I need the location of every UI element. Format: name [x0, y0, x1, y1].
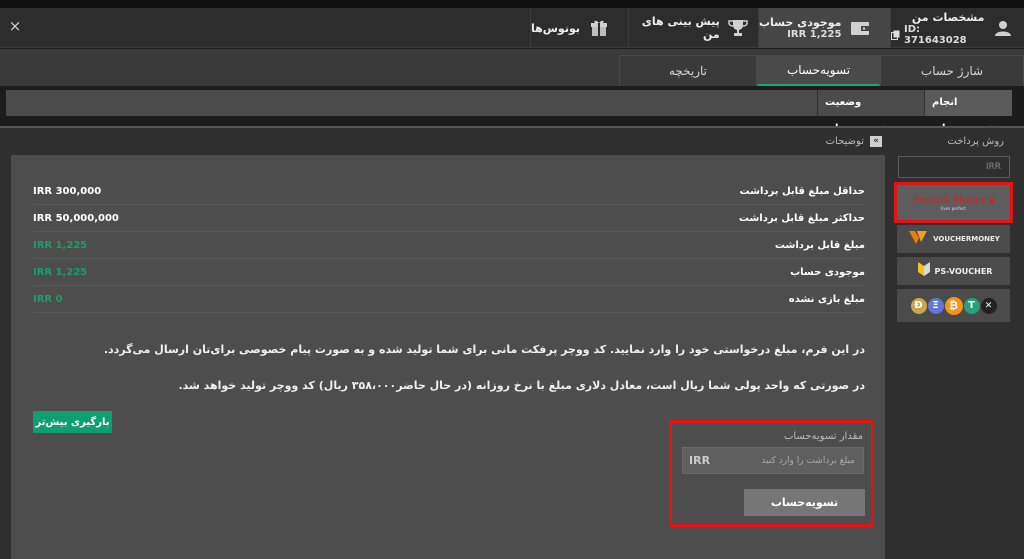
tab-settle[interactable]: تسویه‌حساب [757, 55, 880, 86]
info-row-max: حداکثر مبلغ قابل برداشت IRR 50,000,000 [33, 206, 865, 232]
ps-voucher-logo-icon [915, 260, 933, 282]
settle-amount-input[interactable]: مبلغ برداشت را وارد کنید IRR [682, 447, 864, 474]
info-row-label: موجودی حساب [790, 267, 865, 278]
perfect-money-dot-icon [988, 197, 994, 203]
description-label: توضیحات [825, 136, 864, 147]
double-chevron-icon[interactable]: » [870, 136, 882, 147]
vouchermoney-name: VOUCHERMONEY [933, 235, 1000, 243]
description-label-group: » توضیحات [826, 136, 882, 147]
currency-field[interactable]: IRR [898, 156, 1010, 178]
info-row-min: حداقل مبلغ قابل برداشت IRR 300,000 [33, 179, 865, 205]
profile-text: مشخصات من ID: 371643028 [891, 11, 984, 46]
tab-charge[interactable]: شارژ حساب [880, 55, 1024, 86]
info-row-withdrawable: مبلغ قابل برداشت IRR 1,225 [33, 233, 865, 259]
info-row-label: حداکثر مبلغ قابل برداشت [738, 213, 865, 224]
payment-method-perfect-money[interactable]: Perfect Money lives perfect [894, 182, 1013, 223]
tab-settle-status[interactable]: وضعیت تسویه‌حساب [817, 90, 924, 134]
tab-do-settle[interactable]: انجام تسویه‌حساب [924, 90, 1012, 134]
tab-account-balance[interactable]: موجودی حساب IRR 1,225 [758, 8, 890, 48]
ps-voucher-name: PS-VOUCHER [934, 266, 993, 276]
payment-method-vouchermoney[interactable]: VOUCHERMONEY [897, 225, 1010, 253]
gift-icon [588, 17, 610, 39]
settle-amount-label: مقدار تسویه‌حساب [783, 431, 863, 442]
settle-tabs-bar: وضعیت تسویه‌حساب انجام تسویه‌حساب [6, 90, 1012, 134]
user-icon [992, 17, 1014, 39]
perfect-money-name: Perfect Money [913, 194, 987, 206]
settle-panel: حداقل مبلغ قابل برداشت IRR 300,000 حداکث… [11, 155, 885, 559]
dogecoin-icon: Đ [910, 297, 927, 314]
info-row-label: مبلغ قابل برداشت [774, 240, 865, 251]
wallet-icon [849, 17, 871, 39]
subtabs-bar: تاریخچه تسویه‌حساب شارژ حساب [0, 49, 1024, 86]
settle-currency: IRR [689, 454, 711, 467]
info-paragraph-2: در صورتی که واحد پولی شما ریال است، معاد… [178, 379, 865, 392]
description-header: » توضیحات [8, 132, 888, 152]
info-row-label: مبلغ بازی نشده [788, 294, 865, 305]
info-row-value: IRR 0 [33, 294, 63, 305]
tab-my-predictions[interactable]: پیش بینی های من [628, 8, 758, 48]
tab-history[interactable]: تاریخچه [619, 55, 757, 86]
load-more-button[interactable]: بارگیری بیش‌تر [33, 411, 112, 433]
vouchermoney-logo-icon [907, 228, 933, 250]
info-row-label: حداقل مبلغ قابل برداشت [739, 186, 865, 197]
profile-title: مشخصات من [911, 10, 985, 24]
ethereum-icon: Ξ [927, 297, 944, 314]
ripple-icon: ✕ [980, 297, 997, 314]
info-row-value: IRR 300,000 [33, 186, 102, 197]
payment-methods-column: روش پرداخت IRR Perfect Money lives perfe… [894, 128, 1013, 559]
info-row-value: IRR 50,000,000 [33, 213, 119, 224]
trophy-icon [728, 17, 748, 39]
close-icon[interactable]: × [8, 18, 22, 34]
tether-icon: T [963, 297, 980, 314]
info-row-value: IRR 1,225 [33, 240, 88, 251]
profile-id: ID: 371643028 [904, 23, 967, 46]
payment-method-ps-voucher[interactable]: PS-VOUCHER [897, 257, 1010, 285]
tab-bonuses-label: بونوس‌ها [531, 21, 580, 35]
info-row-unplayed: مبلغ بازی نشده IRR 0 [33, 287, 865, 313]
account-header: × بونوس‌ها پیش بینی های من موجودی حساب I… [0, 8, 1024, 48]
payment-method-label: روش پرداخت [947, 136, 1004, 147]
balance-amount: IRR 1,225 [787, 29, 842, 40]
top-strip [0, 0, 1024, 8]
copy-icon[interactable] [891, 25, 900, 44]
settle-form: مقدار تسویه‌حساب مبلغ برداشت را وارد کنی… [669, 420, 874, 527]
settle-button[interactable]: تسویه‌حساب [744, 489, 865, 516]
info-row-value: IRR 1,225 [33, 267, 88, 278]
payment-method-crypto[interactable]: Đ Ξ ₿ T ✕ [897, 289, 1010, 322]
tab-my-predictions-label: پیش بینی های من [641, 15, 720, 41]
settle-amount-placeholder: مبلغ برداشت را وارد کنید [761, 456, 855, 466]
tab-my-profile[interactable]: مشخصات من ID: 371643028 [890, 8, 1024, 48]
balance-text: موجودی حساب IRR 1,225 [759, 16, 841, 40]
perfect-money-logo: Perfect Money [913, 195, 994, 206]
bitcoin-icon: ₿ [944, 296, 963, 315]
tab-bonuses[interactable]: بونوس‌ها [530, 8, 628, 48]
info-paragraph-1: در این فرم، مبلغ درخواستی خود را وارد نم… [103, 343, 865, 356]
info-row-balance: موجودی حساب IRR 1,225 [33, 260, 865, 286]
balance-title: موجودی حساب [759, 16, 842, 29]
profile-id-row: ID: 371643028 [891, 24, 984, 46]
perfect-money-tagline: lives perfect [941, 205, 966, 211]
